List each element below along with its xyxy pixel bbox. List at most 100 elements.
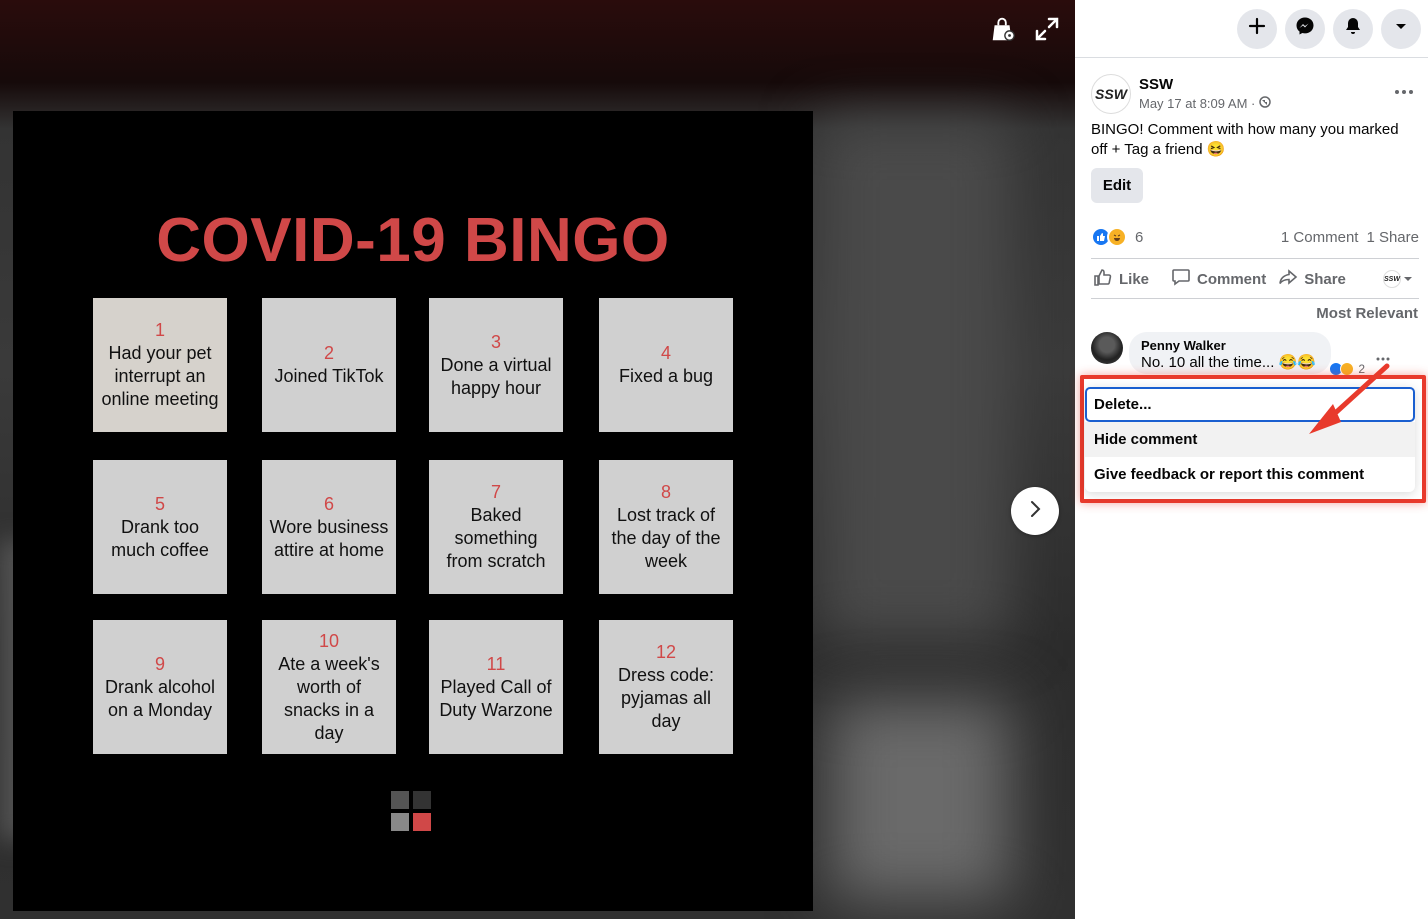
shopping-bag-tag-icon[interactable]: [989, 14, 1017, 44]
more-horizontal-icon: [1394, 82, 1414, 99]
comment-options-button[interactable]: [1376, 348, 1390, 366]
bingo-cell-text: Drank too much coffee: [111, 516, 209, 560]
bingo-cell: 4 Fixed a bug: [599, 298, 733, 432]
page-avatar-small: SSW: [1383, 270, 1401, 288]
bingo-cell-number: 2: [323, 343, 334, 363]
next-photo-button[interactable]: [1011, 487, 1059, 535]
bingo-cell-number: 3: [490, 331, 501, 352]
comment-bubble-icon: [1171, 267, 1191, 291]
comment-label: Comment: [1197, 270, 1267, 288]
share-button[interactable]: Share: [1278, 267, 1346, 291]
comment-button[interactable]: Comment: [1171, 267, 1266, 291]
bingo-cell: 6 Wore business attire at home: [262, 460, 396, 594]
share-arrow-icon: [1278, 267, 1298, 291]
more-horizontal-icon: [1376, 348, 1390, 365]
viewer-toolbar: [989, 14, 1061, 44]
bingo-cell-text: Fixed a bug: [618, 366, 714, 386]
post-options-button[interactable]: [1394, 82, 1414, 100]
messenger-icon: [1295, 16, 1315, 41]
comment-sort-button[interactable]: Most Relevant: [1316, 305, 1418, 322]
bingo-cell: 9 Drank alcohol on a Monday: [93, 620, 227, 754]
bingo-cell: 3 Done a virtual happy hour: [429, 298, 563, 432]
bingo-cell: 2 Joined TikTok: [262, 298, 396, 432]
bingo-cell: 12 Dress code: pyjamas all day: [599, 620, 733, 754]
photo-viewer: COVID-19 BINGO 1 Had your pet interrupt a…: [0, 0, 1075, 919]
reaction-summary: 6 1 Comment 1 Share: [1091, 226, 1419, 248]
background-blur: [820, 120, 1010, 640]
bingo-cell: 11 Played Call of Duty Warzone: [429, 620, 563, 754]
post-as-selector[interactable]: SSW: [1383, 270, 1413, 288]
bingo-cell-text: Ate a week's worth of snacks in a day: [278, 653, 380, 743]
bingo-cell-text: Played Call of Duty Warzone: [439, 676, 553, 720]
comment-text: No. 10 all the time... 😂😂: [1141, 354, 1316, 371]
share-label: Share: [1304, 270, 1346, 288]
menu-item-delete[interactable]: Delete...: [1085, 387, 1415, 422]
bingo-cell-text: Baked something from scratch: [446, 505, 546, 571]
reaction-icons[interactable]: [1091, 227, 1127, 247]
reaction-count[interactable]: 6: [1135, 229, 1143, 246]
comment-bubble: Penny Walker No. 10 all the time... 😂😂 2: [1129, 332, 1365, 376]
chevron-right-icon: [1025, 499, 1045, 524]
bingo-cell: 5 Drank too much coffee: [93, 460, 227, 594]
page-avatar[interactable]: SSW: [1091, 74, 1131, 114]
comment-reactions[interactable]: 2: [1329, 362, 1365, 376]
bingo-cell-text: Lost track of the day of the week: [611, 505, 721, 571]
bingo-cell-number: 11: [486, 653, 506, 674]
bingo-cell-text: Joined TikTok: [274, 366, 384, 386]
menu-item-hide-comment[interactable]: Hide comment: [1085, 422, 1415, 457]
post-meta: May 17 at 8:09 AM ·: [1139, 96, 1272, 111]
edit-button[interactable]: Edit: [1091, 168, 1143, 203]
shares-count[interactable]: 1 Share: [1366, 229, 1419, 246]
expand-icon[interactable]: [1033, 14, 1061, 44]
comment-item: Penny Walker No. 10 all the time... 😂😂 2: [1091, 332, 1365, 376]
divider: [1091, 298, 1419, 299]
bingo-cell-text: Dress code: pyjamas all day: [617, 665, 715, 731]
create-button[interactable]: [1237, 8, 1277, 49]
post-actions: Like Comment Share SSW: [1091, 260, 1419, 298]
like-button[interactable]: Like: [1093, 267, 1149, 291]
post-timestamp[interactable]: May 17 at 8:09 AM ·: [1139, 96, 1255, 111]
commenter-avatar[interactable]: [1091, 332, 1123, 364]
haha-reaction-icon: [1107, 227, 1127, 247]
comment-author[interactable]: Penny Walker: [1141, 338, 1319, 353]
account-menu-button[interactable]: [1381, 8, 1421, 49]
thumbs-up-icon: [1093, 267, 1113, 291]
bingo-cell-text: Had your pet interrupt an online meeting: [101, 343, 219, 409]
bingo-cell: 10 Ate a week's worth of snacks in a day: [262, 620, 396, 754]
globe-icon: [1259, 96, 1272, 111]
bingo-cell-number: 1: [154, 320, 165, 340]
messenger-button[interactable]: [1285, 8, 1325, 49]
comment-options-menu: Delete... Hide comment Give feedback or …: [1085, 387, 1415, 492]
bingo-cell: 8 Lost track of the day of the week: [599, 460, 733, 594]
bingo-cell-text: Wore business attire at home: [269, 516, 389, 560]
haha-reaction-icon: [1340, 362, 1355, 376]
like-label: Like: [1119, 270, 1150, 288]
bingo-cell: 1 Had your pet interrupt an online meetin…: [93, 298, 227, 432]
caret-down-icon: [1403, 271, 1413, 288]
plus-icon: [1247, 16, 1267, 41]
bingo-cell-number: 12: [655, 642, 677, 662]
menu-item-report[interactable]: Give feedback or report this comment: [1085, 457, 1415, 492]
post-header: SSW SSW May 17 at 8:09 AM ·: [1091, 74, 1272, 114]
post-panel: SSW SSW May 17 at 8:09 AM · BINGO! Comme…: [1075, 0, 1428, 919]
bingo-cell-number: 10: [318, 630, 340, 651]
notifications-button[interactable]: [1333, 8, 1373, 49]
bingo-cell-number: 4: [660, 343, 671, 363]
post-text: BINGO! Comment with how many you marked …: [1091, 121, 1399, 158]
bingo-image: COVID-19 BINGO 1 Had your pet interrupt a…: [13, 111, 813, 911]
bingo-cell-number: 8: [660, 482, 671, 502]
divider: [1091, 258, 1419, 259]
bingo-cell-text: Done a virtual happy hour: [440, 354, 552, 398]
ssw-logo-mark-icon: [391, 791, 433, 833]
page-name[interactable]: SSW: [1139, 76, 1271, 93]
bingo-cell-number: 5: [154, 493, 165, 514]
bingo-cell-number: 6: [323, 493, 334, 514]
background-blur: [830, 700, 1010, 900]
bingo-cell-text: Drank alcohol on a Monday: [104, 676, 216, 720]
bell-icon: [1343, 16, 1363, 41]
top-nav: [1075, 0, 1428, 58]
bingo-cell: 7 Baked something from scratch: [429, 460, 563, 594]
caret-down-icon: [1393, 18, 1409, 39]
comments-count[interactable]: 1 Comment: [1281, 229, 1359, 246]
bingo-cell-number: 7: [490, 482, 501, 502]
